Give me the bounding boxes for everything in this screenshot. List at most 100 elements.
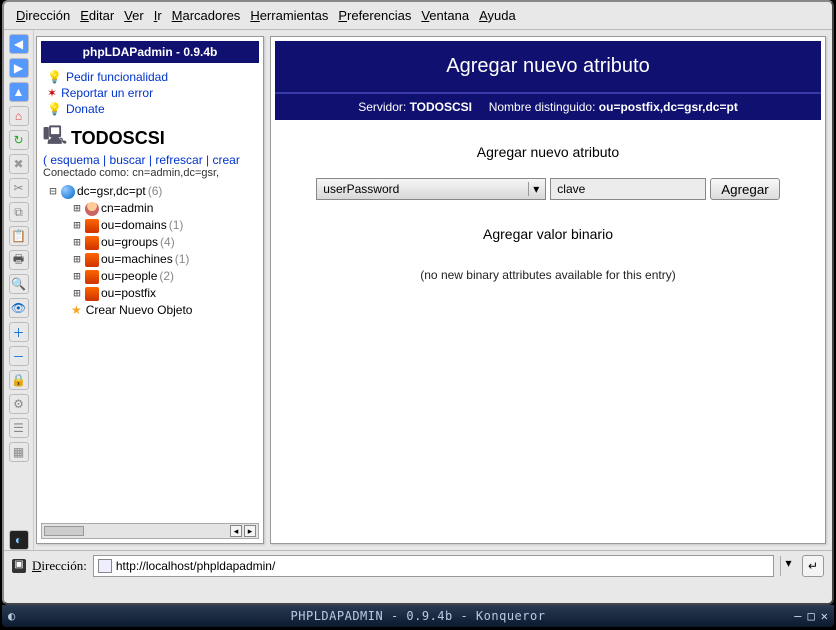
address-input[interactable]: http://localhost/phpldapadmin/: [93, 555, 774, 577]
clear-address-icon[interactable]: ▣: [12, 559, 26, 573]
expand-icon[interactable]: ⊞: [71, 234, 83, 251]
link-request-feature[interactable]: Pedir funcionalidad: [66, 69, 168, 85]
tree-node-domains[interactable]: ⊞ou=domains (1): [71, 217, 257, 234]
sidebar-links: 💡Pedir funcionalidad ✶Reportar un error …: [37, 67, 263, 121]
go-button[interactable]: ↵: [802, 555, 824, 577]
tree-node-machines[interactable]: ⊞ou=machines (1): [71, 251, 257, 268]
zoom-out-icon[interactable]: －: [9, 346, 29, 366]
connected-value: cn=admin,dc=gsr,: [132, 167, 219, 179]
scroll-thumb[interactable]: [44, 526, 84, 536]
menu-herramientas[interactable]: Herramientas: [246, 6, 332, 25]
main-body: Agregar nuevo atributo userPassword ▾ cl…: [271, 120, 825, 306]
server-name-text: TODOSCSI: [71, 128, 165, 149]
attribute-form-row: userPassword ▾ clave Agregar: [281, 178, 815, 200]
action-refrescar[interactable]: refrescar: [155, 153, 202, 167]
link-donate[interactable]: Donate: [66, 101, 105, 117]
action-esquema[interactable]: esquema: [50, 153, 99, 167]
menu-preferencias[interactable]: Preferencias: [334, 6, 415, 25]
tree-node-admin[interactable]: ⊞ cn=admin: [71, 200, 257, 217]
tool1-icon[interactable]: ⚙: [9, 394, 29, 414]
add-attribute-button[interactable]: Agregar: [710, 178, 779, 200]
create-new-label: Crear Nuevo Objeto: [86, 302, 193, 319]
group-icon: [85, 236, 99, 250]
tree-root-count: (6): [148, 183, 163, 200]
dn-value: ou=postfix,dc=gsr,dc=pt: [599, 100, 738, 114]
sidebar-title: phpLDAPadmin - 0.9.4b: [41, 41, 259, 63]
tool3-icon[interactable]: ▦: [9, 442, 29, 462]
paste-icon[interactable]: 📋: [9, 226, 29, 246]
cut-icon[interactable]: ✂: [9, 178, 29, 198]
group-icon: [85, 270, 99, 284]
page-subheader: Servidor: TODOSCSI Nombre distinguido: o…: [275, 92, 821, 120]
workspace: ◀ ▶ ▲ ⌂ ↻ ✖ ✂ ⧉ 📋 🖶 🔍 👁 ＋ － 🔒 ⚙ ☰ ▦ ◐ ph…: [4, 30, 832, 550]
collapse-icon[interactable]: ⊟: [47, 183, 59, 200]
menubar: Dirección Editar Ver Ir Marcadores Herra…: [4, 2, 832, 30]
attribute-value-text: clave: [557, 182, 585, 196]
action-buscar[interactable]: buscar: [110, 153, 146, 167]
forward-icon[interactable]: ▶: [9, 58, 29, 78]
attribute-selected-value: userPassword: [323, 182, 399, 196]
chevron-down-icon[interactable]: ▾: [528, 182, 539, 196]
expand-icon[interactable]: ⊞: [71, 268, 83, 285]
menu-ventana[interactable]: Ventana: [417, 6, 473, 25]
stop-icon[interactable]: ✖: [9, 154, 29, 174]
node-label: ou=machines: [101, 251, 173, 268]
tree-root[interactable]: ⊟ dc=gsr,dc=pt (6): [47, 183, 257, 200]
create-new-object[interactable]: ★ Crear Nuevo Objeto: [47, 302, 257, 319]
tool2-icon[interactable]: ☰: [9, 418, 29, 438]
view-icon[interactable]: 👁: [9, 298, 29, 318]
node-count: (4): [160, 234, 175, 251]
minimize-icon[interactable]: —: [794, 609, 801, 623]
node-label: cn=admin: [101, 200, 153, 217]
node-count: (2): [159, 268, 174, 285]
address-url-text: http://localhost/phpldapadmin/: [116, 559, 275, 573]
tree-node-postfix[interactable]: ⊞ ou=postfix: [71, 285, 257, 302]
server-label: Servidor:: [358, 100, 406, 114]
menu-ayuda[interactable]: Ayuda: [475, 6, 520, 25]
menu-direccion[interactable]: Dirección: [12, 6, 74, 25]
home-icon[interactable]: ⌂: [9, 106, 29, 126]
section-add-binary: Agregar valor binario: [281, 226, 815, 242]
page-title: Agregar nuevo atributo: [275, 41, 821, 92]
tree-node-people[interactable]: ⊞ ou=people (2): [71, 268, 257, 285]
print-icon[interactable]: 🖶: [9, 250, 29, 270]
menu-ver[interactable]: Ver: [120, 6, 148, 25]
expand-icon[interactable]: ⊞: [71, 251, 83, 268]
expand-icon[interactable]: ⊞: [71, 285, 83, 302]
back-icon[interactable]: ◀: [9, 34, 29, 54]
expand-icon[interactable]: ⊞: [71, 217, 83, 234]
group-icon: [85, 219, 99, 233]
zoom-in-icon[interactable]: ＋: [9, 322, 29, 342]
star-icon: ★: [71, 302, 82, 319]
find-icon[interactable]: 🔍: [9, 274, 29, 294]
up-icon[interactable]: ▲: [9, 82, 29, 102]
menu-ir[interactable]: Ir: [150, 6, 166, 25]
scroll-right-icon[interactable]: ▸: [244, 525, 256, 537]
attribute-value-input[interactable]: clave: [550, 178, 706, 200]
node-label: ou=people: [101, 268, 157, 285]
sep: |: [100, 153, 110, 167]
window-titlebar[interactable]: ◐ PHPLDAPADMIN - 0.9.4b - Konqueror — □ …: [2, 605, 834, 627]
tree-node-groups[interactable]: ⊞ ou=groups (4): [71, 234, 257, 251]
node-label: ou=groups: [101, 234, 158, 251]
group-icon: [85, 253, 99, 267]
maximize-icon[interactable]: □: [808, 609, 815, 623]
close-icon[interactable]: ✕: [821, 609, 828, 623]
reload-icon[interactable]: ↻: [9, 130, 29, 150]
security-icon[interactable]: 🔒: [9, 370, 29, 390]
window-title-text: PHPLDAPADMIN - 0.9.4b - Konqueror: [291, 609, 546, 623]
scroll-left-icon[interactable]: ◂: [230, 525, 242, 537]
action-crear[interactable]: crear: [212, 153, 239, 167]
menu-marcadores[interactable]: Marcadores: [168, 6, 245, 25]
horizontal-scrollbar[interactable]: ◂ ▸: [41, 523, 259, 539]
menu-editar[interactable]: Editar: [76, 6, 118, 25]
node-label: ou=domains: [101, 217, 167, 234]
node-label: ou=postfix: [101, 285, 156, 302]
expand-icon[interactable]: ⊞: [71, 200, 83, 217]
binary-note: (no new binary attributes available for …: [281, 268, 815, 282]
copy-icon[interactable]: ⧉: [9, 202, 29, 222]
link-report-error[interactable]: Reportar un error: [61, 85, 153, 101]
address-history-dropdown[interactable]: ▾: [780, 556, 796, 576]
attribute-select[interactable]: userPassword ▾: [316, 178, 546, 200]
server-actions: ( esquema | buscar | refrescar | crear: [43, 153, 257, 167]
